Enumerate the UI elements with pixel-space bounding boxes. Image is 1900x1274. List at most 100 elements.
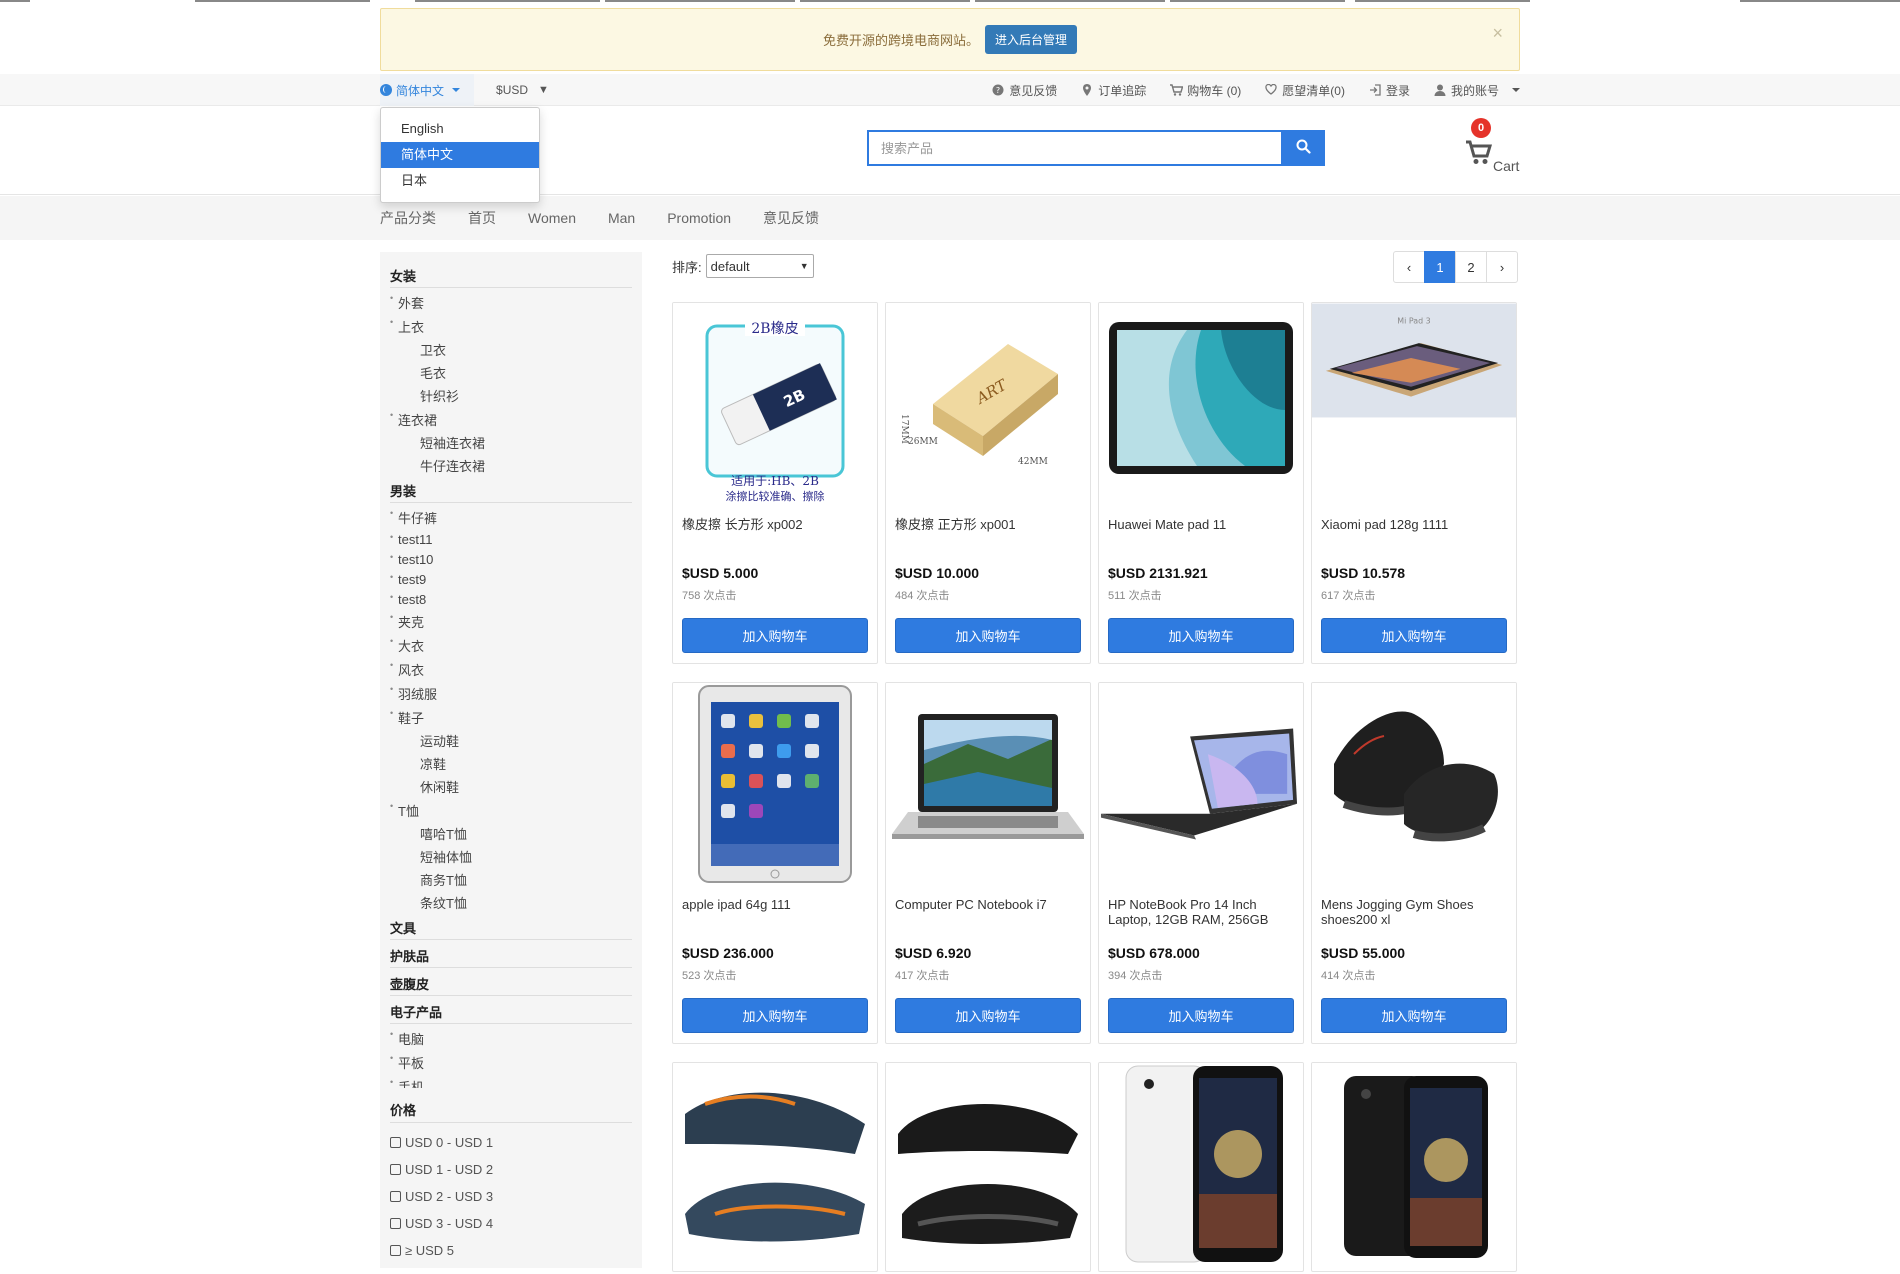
subcategory-item[interactable]: 运动鞋 (390, 731, 632, 750)
subcategory-item[interactable]: 短袖体恤 (390, 847, 632, 866)
category-men[interactable]: 男装 (390, 481, 632, 503)
category-item[interactable]: 外套 (390, 293, 632, 312)
category-pot-belly[interactable]: 壶腹皮 (390, 974, 632, 996)
product-name[interactable]: Xiaomi pad 128g 1111 (1321, 517, 1507, 547)
subcategory-item[interactable]: 条纹T恤 (390, 893, 632, 912)
shoes-image[interactable] (1312, 683, 1516, 885)
sort-select[interactable]: default ▼ (705, 254, 814, 278)
category-item[interactable]: test10 (390, 552, 632, 567)
product-name[interactable]: apple ipad 64g 111 (682, 897, 868, 927)
category-item[interactable]: test8 (390, 592, 632, 607)
price-range-option[interactable]: USD 3 - USD 4 (390, 1216, 632, 1231)
price-range-option[interactable]: ≥ USD 5 (390, 1243, 632, 1258)
subcategory-item[interactable]: 休闲鞋 (390, 777, 632, 796)
product-name[interactable]: 橡皮擦 正方形 xp001 (895, 517, 1081, 547)
admin-button[interactable]: 进入后台管理 (985, 25, 1078, 54)
pixel-white-image[interactable] (1099, 1063, 1303, 1265)
add-to-cart-button[interactable]: 加入购物车 (1108, 998, 1294, 1033)
checkbox-icon[interactable] (390, 1245, 401, 1256)
category-item[interactable]: 羽绒服 (390, 684, 632, 703)
eraser-square-image[interactable]: ART 26MM 42MM 17MM (886, 303, 1090, 505)
category-women[interactable]: 女装 (390, 266, 632, 288)
page-1-button[interactable]: 1 (1424, 251, 1456, 283)
page-2-button[interactable]: 2 (1455, 251, 1487, 283)
nav-item-categories[interactable]: 产品分类 (380, 208, 436, 228)
category-item[interactable]: 风衣 (390, 660, 632, 679)
language-selector[interactable]: 简体中文 (380, 74, 475, 106)
category-item[interactable]: test9 (390, 572, 632, 587)
subcategory-item[interactable]: 卫衣 (390, 340, 632, 359)
language-option-english[interactable]: English (381, 116, 539, 142)
subcategory-item[interactable]: 针织衫 (390, 386, 632, 405)
add-to-cart-button[interactable]: 加入购物车 (895, 618, 1081, 653)
nav-item-feedback[interactable]: 意见反馈 (763, 208, 819, 228)
category-item[interactable]: 平板 (390, 1053, 632, 1072)
product-name[interactable]: HP NoteBook Pro 14 Inch Laptop, 12GB RAM… (1108, 897, 1294, 927)
price-range-option[interactable]: USD 0 - USD 1 (390, 1135, 632, 1150)
category-electronics[interactable]: 电子产品 (390, 1002, 632, 1024)
category-item[interactable]: 牛仔裤 (390, 508, 632, 527)
nav-item-man[interactable]: Man (608, 210, 635, 226)
add-to-cart-button[interactable]: 加入购物车 (1321, 998, 1507, 1033)
language-option-chinese[interactable]: 简体中文 (381, 142, 539, 168)
product-name[interactable]: 橡皮擦 长方形 xp002 (682, 517, 868, 547)
eraser-rect-image[interactable]: 2B橡皮 2B 适用于:HB、2B 涂擦比较准确、擦除 (673, 303, 877, 505)
ipad-image[interactable] (673, 683, 877, 885)
price-range-option[interactable]: USD 1 - USD 2 (390, 1162, 632, 1177)
checkbox-icon[interactable] (390, 1218, 401, 1229)
category-item[interactable]: 电脑 (390, 1029, 632, 1048)
wishlist-link[interactable]: 愿望清单(0) (1265, 82, 1345, 99)
checkbox-icon[interactable] (390, 1191, 401, 1202)
category-item[interactable]: 大衣 (390, 636, 632, 655)
sneakers-black-image[interactable] (886, 1063, 1090, 1265)
laptop-image[interactable] (1099, 683, 1303, 885)
search-input[interactable] (867, 130, 1281, 166)
login-link[interactable]: 登录 (1369, 82, 1410, 99)
category-item[interactable]: 夹克 (390, 612, 632, 631)
cart-link[interactable]: 购物车 (0) (1170, 82, 1241, 99)
add-to-cart-button[interactable]: 加入购物车 (1321, 618, 1507, 653)
product-name[interactable]: Computer PC Notebook i7 (895, 897, 1081, 927)
category-item[interactable]: T恤 (390, 801, 632, 820)
subcategory-item[interactable]: 牛仔连衣裙 (390, 456, 632, 475)
product-name[interactable]: Huawei Mate pad 11 (1108, 517, 1294, 547)
add-to-cart-button[interactable]: 加入购物车 (895, 998, 1081, 1033)
category-item[interactable]: 上衣 (390, 317, 632, 336)
add-to-cart-button[interactable]: 加入购物车 (682, 618, 868, 653)
subcategory-item[interactable]: 凉鞋 (390, 754, 632, 773)
category-item[interactable]: 连衣裙 (390, 410, 632, 429)
currency-selector[interactable]: $USD ▼ (496, 83, 549, 97)
category-item[interactable]: test11 (390, 532, 632, 547)
checkbox-icon[interactable] (390, 1164, 401, 1175)
price-range-option[interactable]: USD 2 - USD 3 (390, 1189, 632, 1204)
feedback-link[interactable]: ? 意见反馈 (992, 82, 1057, 99)
tablet-image[interactable] (1099, 303, 1303, 505)
notebook-image[interactable] (886, 683, 1090, 885)
close-icon[interactable]: × (1492, 23, 1503, 44)
search-button[interactable] (1281, 130, 1325, 166)
nav-item-home[interactable]: 首页 (468, 208, 496, 228)
category-item[interactable]: 鞋子 (390, 708, 632, 727)
product-name[interactable]: Mens Jogging Gym Shoes shoes200 xl (1321, 897, 1507, 927)
subcategory-item[interactable]: 嘻哈T恤 (390, 824, 632, 843)
mipad-image[interactable]: Mi Pad 3 (1312, 303, 1516, 505)
subcategory-item[interactable]: 毛衣 (390, 363, 632, 382)
subcategory-item[interactable]: 商务T恤 (390, 870, 632, 889)
page-next-button[interactable]: › (1486, 251, 1518, 283)
my-account-link[interactable]: 我的账号 (1434, 82, 1520, 99)
cart-link-label: 购物车 (0) (1187, 83, 1242, 98)
add-to-cart-button[interactable]: 加入购物车 (1108, 618, 1294, 653)
order-tracking-link[interactable]: 订单追踪 (1081, 82, 1146, 99)
checkbox-icon[interactable] (390, 1137, 401, 1148)
language-option-japanese[interactable]: 日本 (381, 168, 539, 194)
pixel-black-image[interactable] (1312, 1063, 1516, 1265)
subcategory-item[interactable]: 短袖连衣裙 (390, 433, 632, 452)
header-cart[interactable]: 0 Cart (1465, 118, 1525, 178)
page-prev-button[interactable]: ‹ (1393, 251, 1425, 283)
sneakers-orange-image[interactable] (673, 1063, 877, 1265)
add-to-cart-button[interactable]: 加入购物车 (682, 998, 868, 1033)
nav-item-promotion[interactable]: Promotion (667, 210, 731, 226)
category-skincare[interactable]: 护肤品 (390, 946, 632, 968)
nav-item-women[interactable]: Women (528, 210, 576, 226)
category-stationery[interactable]: 文具 (390, 918, 632, 940)
